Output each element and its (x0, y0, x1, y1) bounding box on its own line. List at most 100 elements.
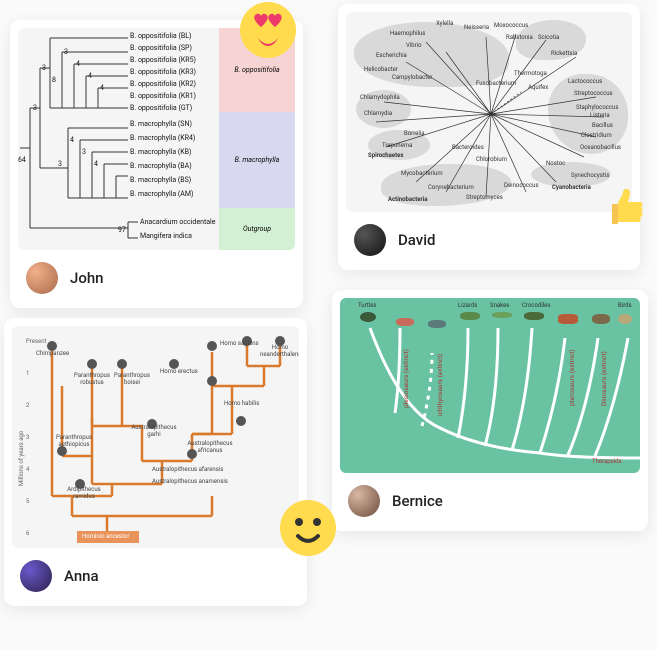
animal-icon (428, 320, 446, 328)
lineage-header: Turtles (358, 302, 377, 309)
species-label: Homo habilis (224, 400, 259, 407)
taxon-label: Spirochaetes (368, 152, 403, 159)
ancestor-label: Hominin ancestor (82, 533, 129, 540)
taxon-label: B. oppositifolia (GT) (130, 102, 192, 114)
yaxis-tick: 6 (26, 530, 29, 537)
yaxis-tick: 3 (26, 434, 29, 441)
species-label: Ardipithecus ramidus (58, 486, 110, 500)
taxon-label: Campylobacter (392, 74, 432, 81)
taxon-label: Listeria (590, 112, 610, 119)
species-label: Australopithecus africanus (180, 440, 240, 454)
taxon-label: Chlorobium (476, 156, 507, 163)
animal-icon (360, 312, 376, 322)
avatar (354, 224, 386, 256)
taxon-label: B. oppositifolia (KR5) (130, 54, 196, 66)
taxon-label: Oceanobacillus (580, 144, 621, 151)
taxon-label: B. oppositifolia (KR3) (130, 66, 196, 78)
taxon-label: Neisseria (464, 24, 489, 31)
animal-icon (524, 312, 544, 320)
branch-number: 3 (82, 146, 86, 158)
taxon-label: Bacillus (592, 122, 613, 129)
taxon-label: Lactococcus (568, 78, 602, 85)
lineage-header: Snakes (490, 302, 509, 309)
card-bernice[interactable]: Turtles Lizards Snakes Crocodiles Birds … (332, 290, 648, 531)
root-label: Therapsids (592, 458, 622, 465)
branch-number: 3 (33, 102, 37, 114)
species-label: Paranthropus boisei (108, 372, 156, 386)
reptile-branches (340, 298, 640, 473)
yaxis-tick: 2 (26, 402, 29, 409)
taxon-label: Nostoc (546, 160, 565, 167)
species-label: Australopithecus afarensis (152, 466, 223, 473)
thumbs-up-emoji-icon (600, 180, 652, 232)
taxon-label: B. oppositifolia (BL) (130, 30, 191, 42)
branch-number: 4 (88, 70, 92, 82)
diagram-hominin-tree: Present 1 2 3 4 5 6 Millions of years ag… (12, 326, 299, 548)
species-label: Australopithecus garhi (124, 424, 184, 438)
taxon-label: Streptococcus (574, 90, 613, 97)
taxon-label: Clostridium (581, 132, 612, 139)
branch-number: 4 (100, 82, 104, 94)
animal-icon (396, 318, 414, 326)
yaxis-tick: 5 (26, 498, 29, 505)
author-row: John (18, 250, 295, 300)
branch-number: 3 (42, 62, 46, 74)
taxon-label: Scicotia (538, 34, 559, 41)
animal-icon (492, 312, 512, 318)
lineage-header: Crocodiles (522, 302, 550, 309)
taxon-label: Fusobacterium (476, 80, 516, 87)
taxon-label: Deinococcus (504, 182, 539, 189)
taxon-label: B. macrophylla (AM) (130, 188, 193, 200)
extinct-label: ichthyosaurs (extinct) (436, 353, 444, 416)
branch-number: 3 (64, 46, 68, 58)
taxon-label: Thermotoga (514, 70, 547, 77)
animal-icon (460, 312, 480, 320)
taxon-label: Anacardium occidentale (140, 216, 215, 228)
card-david[interactable]: Xylella Neisseria Moxococcus Rahstonia S… (338, 4, 640, 270)
taxon-label: Aquifex (528, 84, 548, 91)
taxon-label: Chlamydophila (360, 94, 400, 101)
avatar (26, 262, 58, 294)
species-label: Australopithecus anamensis (152, 478, 228, 485)
animal-icon (592, 314, 610, 324)
taxon-label: Actinobacteria (388, 196, 428, 203)
extinct-label: plesiosaurs (extinct) (402, 349, 410, 408)
taxon-label: Rickettsia (551, 50, 577, 57)
branch-number: 4 (70, 134, 74, 146)
yaxis-label: Millions of years ago (18, 431, 25, 486)
heart-eyes-emoji-icon (238, 0, 298, 60)
lineage-header: Birds (618, 302, 632, 309)
taxon-label: B. oppositifolia (SP) (130, 42, 192, 54)
taxon-label: Bacteroides (452, 144, 484, 151)
author-name: Bernice (392, 492, 443, 510)
taxon-label: B. macrophylla (BS) (130, 174, 191, 186)
taxon-label: Borrelia (404, 130, 425, 137)
extinct-label: pterosaurs (extinct) (568, 349, 576, 406)
taxon-label: Cyanobacteria (552, 184, 591, 191)
taxon-label: Corynebacterium (428, 184, 474, 191)
author-name: Anna (64, 567, 99, 585)
taxon-label: Mangifera indica (140, 230, 192, 242)
avatar (348, 485, 380, 517)
author-row: David (346, 212, 632, 262)
extinct-label: Dinosaurs (extinct) (600, 351, 608, 406)
diagram-phylogenetic-ladder: B. oppositifolia B. macrophylla Outgroup (18, 28, 295, 250)
author-row: Bernice (340, 473, 640, 523)
taxon-label: Synechocystis (571, 172, 609, 179)
avatar (20, 560, 52, 592)
diagram-radial-tree: Xylella Neisseria Moxococcus Rahstonia S… (346, 12, 632, 212)
species-label: Homo erectus (160, 368, 198, 375)
taxon-label: B. macrophylla (KR4) (130, 132, 195, 144)
taxon-label: Chlamydia (364, 110, 392, 117)
taxon-label: Moxococcus (494, 22, 528, 29)
author-row: Anna (12, 548, 299, 598)
card-anna[interactable]: Present 1 2 3 4 5 6 Millions of years ag… (4, 318, 307, 606)
species-label: Homo neanderthalensis (260, 344, 299, 358)
branch-number: 64 (18, 154, 26, 166)
branch-number: 4 (94, 158, 98, 170)
branch-number: 4 (76, 58, 80, 70)
taxon-label: Rahstonia (506, 34, 533, 41)
taxon-label: Vibrio (406, 42, 422, 49)
species-label: Paranthropus aethiopicus (46, 434, 102, 448)
card-john[interactable]: B. oppositifolia B. macrophylla Outgroup (10, 20, 303, 308)
